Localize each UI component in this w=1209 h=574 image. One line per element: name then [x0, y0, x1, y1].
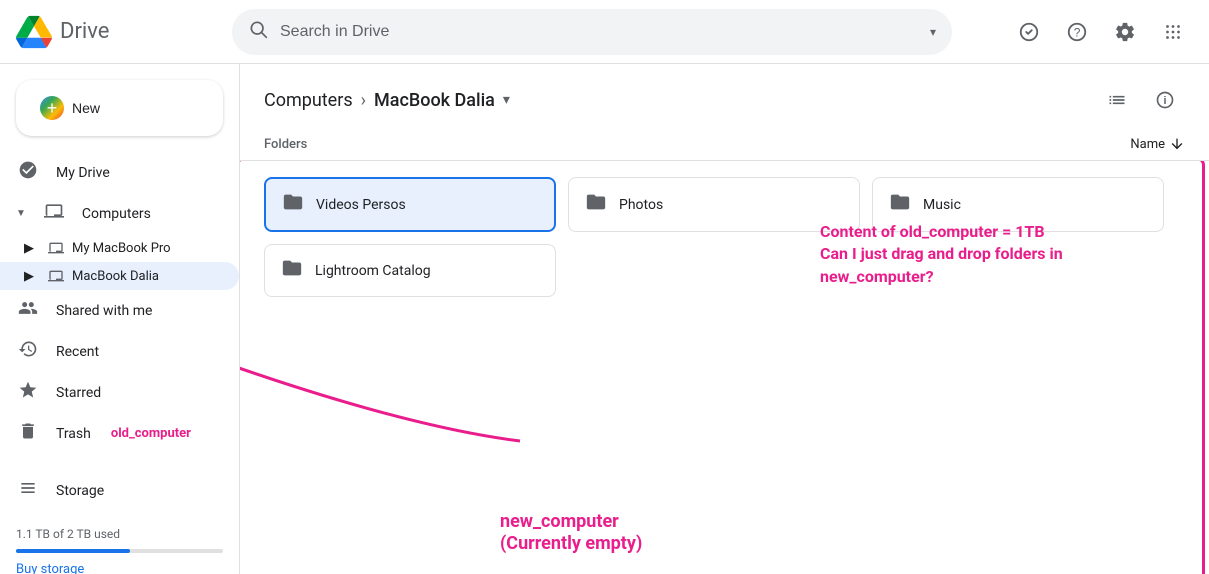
folders-header: Folders Name — [240, 128, 1209, 161]
breadcrumb-parent[interactable]: Computers — [264, 90, 353, 111]
sort-arrow-icon — [1169, 136, 1185, 152]
breadcrumb-separator: › — [361, 90, 366, 111]
new-button-label: New — [72, 100, 100, 116]
buy-storage-link[interactable]: Buy storage — [16, 562, 84, 574]
sidebar-item-macbook-pro[interactable]: ▶ My MacBook Pro — [0, 234, 239, 262]
help-button[interactable]: ? — [1057, 12, 1097, 52]
annotation-new-computer: new_computer (Currently empty) — [500, 510, 642, 554]
my-drive-icon — [16, 160, 40, 185]
info-button[interactable]: i — [1145, 80, 1185, 120]
old-computer-annotation: old_computer — [111, 426, 191, 441]
macbook-pro-icon — [48, 240, 64, 256]
search-icon — [248, 19, 268, 44]
panel-header: Computers › MacBook Dalia ▾ i — [240, 64, 1209, 128]
folder-card-videos-persos[interactable]: Videos Persos — [264, 177, 556, 232]
recent-icon — [16, 339, 40, 364]
sidebar: + New My Drive ▼ Computers ▶ — [0, 64, 240, 574]
list-view-button[interactable] — [1097, 80, 1137, 120]
sort-label: Name — [1130, 137, 1165, 152]
storage-bar-fill — [16, 549, 130, 553]
main-content: + New My Drive ▼ Computers ▶ — [0, 64, 1209, 574]
top-right-icons: ? — [1009, 12, 1193, 52]
expand-arrow-macbook-dalia: ▶ — [24, 269, 40, 284]
app-container: Drive ▾ ? — [0, 0, 1209, 574]
folder-icon-photos — [585, 191, 607, 218]
get-drive-button[interactable] — [1009, 12, 1049, 52]
sidebar-item-storage[interactable]: Storage — [0, 470, 239, 511]
new-computer-label: new_computer — [500, 510, 642, 533]
storage-section: 1.1 TB of 2 TB used Buy storage — [0, 511, 239, 574]
sidebar-item-trash[interactable]: Trash old_computer — [0, 413, 239, 454]
computers-expand-arrow: ▼ — [16, 208, 26, 219]
computers-label: Computers — [82, 206, 151, 222]
main-panel: Computers › MacBook Dalia ▾ i Folders — [240, 64, 1209, 574]
trash-icon — [16, 421, 40, 446]
logo-area: Drive — [16, 14, 216, 50]
storage-usage-label: 1.1 TB of 2 TB used — [16, 527, 223, 541]
breadcrumb-current: MacBook Dalia — [374, 90, 495, 111]
sidebar-item-macbook-dalia[interactable]: ▶ MacBook Dalia — [0, 262, 239, 290]
expand-arrow-macbook-pro: ▶ — [24, 241, 40, 256]
folders-label: Folders — [264, 137, 307, 152]
trash-label: Trash — [56, 426, 91, 442]
new-button[interactable]: + New — [16, 80, 223, 136]
drive-logo-icon — [16, 14, 52, 50]
folder-name-lightroom: Lightroom Catalog — [315, 263, 431, 279]
starred-label: Starred — [56, 385, 101, 401]
shared-label: Shared with me — [56, 303, 152, 319]
search-bar[interactable]: ▾ — [232, 9, 952, 55]
search-chevron-icon[interactable]: ▾ — [930, 25, 936, 39]
macbook-dalia-label: MacBook Dalia — [72, 269, 159, 284]
storage-icon — [16, 478, 40, 503]
folder-name-photos: Photos — [619, 197, 663, 213]
macbook-pro-label: My MacBook Pro — [72, 241, 171, 256]
folders-grid-container: Videos Persos Photos Music — [240, 161, 1209, 574]
sidebar-item-recent[interactable]: Recent — [0, 331, 239, 372]
app-title: Drive — [60, 19, 109, 44]
panel-header-right: i — [1097, 80, 1185, 120]
new-computer-sublabel: (Currently empty) — [500, 533, 642, 554]
computers-icon — [42, 201, 66, 226]
settings-button[interactable] — [1105, 12, 1145, 52]
folder-icon-music — [889, 191, 911, 218]
my-drive-label: My Drive — [56, 165, 110, 181]
sidebar-item-computers[interactable]: ▼ Computers — [0, 193, 239, 234]
svg-text:?: ? — [1074, 25, 1081, 39]
folder-card-photos[interactable]: Photos — [568, 177, 860, 232]
search-input[interactable] — [280, 23, 918, 41]
starred-icon — [16, 380, 40, 405]
shared-icon — [16, 298, 40, 323]
sidebar-item-my-drive[interactable]: My Drive — [0, 152, 239, 193]
breadcrumb-dropdown-icon[interactable]: ▾ — [503, 92, 510, 108]
storage-label: Storage — [56, 483, 104, 499]
storage-bar-background — [16, 549, 223, 553]
apps-button[interactable] — [1153, 12, 1193, 52]
folder-icon-videos-persos — [282, 191, 304, 218]
folder-card-lightroom[interactable]: Lightroom Catalog — [264, 244, 556, 297]
svg-text:i: i — [1163, 95, 1166, 107]
folder-name-videos-persos: Videos Persos — [316, 197, 406, 213]
folders-grid: Videos Persos Photos Music — [264, 177, 1164, 297]
sidebar-item-shared[interactable]: Shared with me — [0, 290, 239, 331]
sidebar-item-starred[interactable]: Starred — [0, 372, 239, 413]
folder-card-music[interactable]: Music — [872, 177, 1164, 232]
folder-name-music: Music — [923, 197, 961, 213]
macbook-dalia-icon — [48, 268, 64, 284]
sort-button[interactable]: Name — [1130, 136, 1185, 152]
folder-icon-lightroom — [281, 257, 303, 284]
recent-label: Recent — [56, 344, 99, 360]
breadcrumb: Computers › MacBook Dalia ▾ — [264, 90, 510, 111]
top-bar: Drive ▾ ? — [0, 0, 1209, 64]
